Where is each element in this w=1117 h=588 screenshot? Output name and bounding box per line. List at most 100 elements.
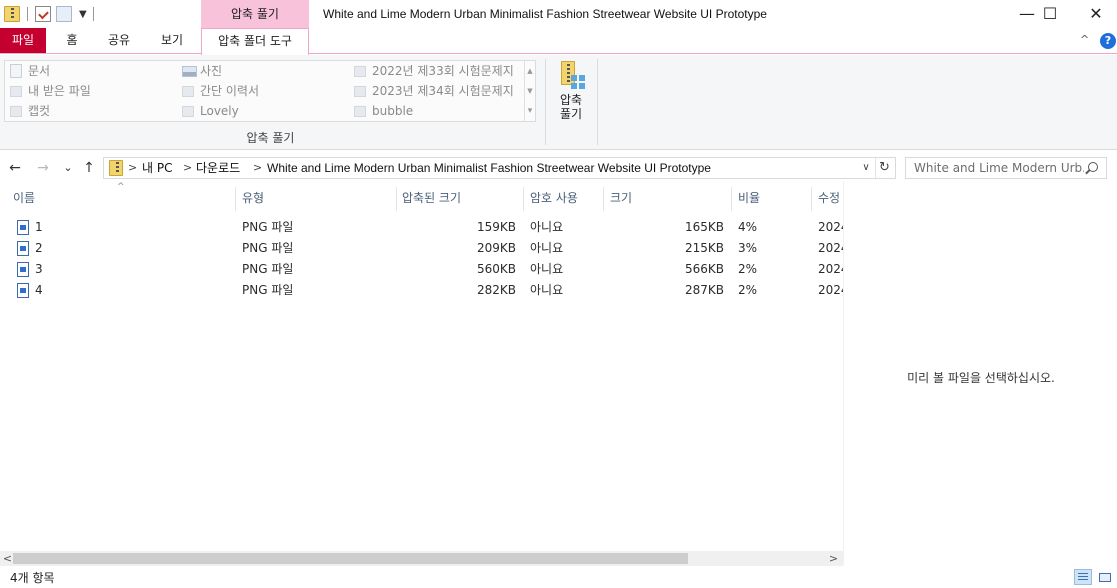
column-header-packed-size[interactable]: 압축된 크기 [397, 187, 524, 211]
tab-view[interactable]: 보기 [152, 28, 192, 53]
gallery-scroll-down-icon[interactable]: ▼ [525, 81, 535, 101]
gallery-item-bubble[interactable]: bubble [352, 101, 413, 121]
ribbon-collapse-icon[interactable]: ^ [1080, 33, 1089, 46]
gallery-item-received-files[interactable]: 내 받은 파일 [8, 81, 91, 101]
breadcrumb-separator[interactable]: > [253, 158, 262, 178]
file-password: 아니요 [530, 220, 564, 234]
gallery-item-capcut[interactable]: 캡컷 [8, 101, 50, 121]
file-type: PNG 파일 [242, 262, 294, 276]
window-title: White and Lime Modern Urban Minimalist F… [323, 7, 767, 21]
scroll-right-icon[interactable]: > [826, 551, 841, 566]
file-ratio: 4% [738, 220, 758, 234]
file-packed-size: 560KB [476, 262, 516, 276]
column-header-modified[interactable]: 수정 [813, 187, 843, 209]
horizontal-scrollbar[interactable]: < > [0, 551, 843, 566]
details-view-icon [1078, 573, 1088, 581]
gallery-item-simple-resume[interactable]: 간단 이력서 [180, 81, 259, 101]
file-password: 아니요 [530, 283, 564, 297]
maximize-button[interactable]: ☐ [1027, 0, 1073, 28]
extract-all-label-line2: 풀기 [559, 107, 583, 121]
search-input[interactable] [914, 159, 1084, 177]
large-icons-view-button[interactable] [1096, 569, 1114, 585]
gallery-more-icon[interactable]: ▾ [525, 101, 535, 121]
gallery-item-2022-exam[interactable]: 2022년 제33회 시험문제지 [352, 61, 514, 81]
file-ratio: 3% [738, 241, 758, 255]
file-name: 3 [35, 262, 43, 276]
column-header-password[interactable]: 암호 사용 [525, 187, 604, 211]
file-ratio: 2% [738, 283, 758, 297]
file-modified: 2024 [818, 262, 843, 276]
ribbon-divider [597, 59, 598, 145]
file-ratio: 2% [738, 262, 758, 276]
extract-all-button[interactable]: 압축 풀기 [552, 61, 590, 125]
search-box[interactable] [905, 157, 1107, 179]
file-modified: 2024 [818, 241, 843, 255]
zip-folder-icon [4, 6, 20, 22]
recent-locations-icon[interactable]: ⌄ [61, 158, 75, 178]
column-header-name[interactable]: 이름 [8, 187, 236, 211]
refresh-icon[interactable]: ↻ [875, 158, 893, 178]
gallery-item-2023-exam[interactable]: 2023년 제34회 시험문제지 [352, 81, 514, 101]
address-dropdown-icon[interactable]: ∨ [859, 158, 873, 178]
title-bar: ▼ 압축 풀기 White and Lime Modern Urban Mini… [0, 0, 1117, 29]
file-name: 4 [35, 283, 43, 297]
gallery-item-documents[interactable]: 문서 [8, 61, 50, 81]
toolbar-separator [27, 7, 28, 21]
help-icon[interactable]: ? [1100, 33, 1116, 49]
document-icon [10, 64, 22, 78]
folder-icon [182, 106, 194, 117]
context-tab-header: 압축 풀기 [201, 0, 309, 29]
customize-toolbar-dropdown-icon[interactable]: ▼ [79, 9, 87, 20]
scrollbar-thumb[interactable] [13, 553, 688, 564]
file-size: 215KB [684, 241, 724, 255]
folder-icon [354, 66, 366, 77]
tab-share[interactable]: 공유 [100, 28, 138, 53]
breadcrumb-separator[interactable]: > [128, 158, 137, 178]
gallery-item-pictures[interactable]: 사진 [180, 61, 222, 81]
tab-compressed-folder-tools[interactable]: 압축 폴더 도구 [201, 28, 309, 55]
breadcrumb-this-pc[interactable]: 내 PC [142, 158, 172, 178]
breadcrumb-separator[interactable]: > [183, 158, 192, 178]
table-row[interactable]: 4 PNG 파일 282KB 아니요 287KB 2% 2024 [0, 280, 843, 301]
status-bar: 4개 항목 [0, 566, 1117, 588]
preview-message: 미리 볼 파일을 선택하십시오. [907, 371, 1055, 385]
navigation-bar: ← → ⌄ ↑ > 내 PC > 다운로드 > White and Lime M… [0, 155, 1117, 181]
up-arrow-icon[interactable]: ↑ [80, 158, 98, 178]
quick-access-toolbar: ▼ [4, 4, 101, 24]
table-row[interactable]: 2 PNG 파일 209KB 아니요 215KB 3% 2024 [0, 238, 843, 259]
details-view-button[interactable] [1074, 569, 1092, 585]
png-file-icon [17, 220, 29, 235]
extract-group-label: 압축 풀기 [246, 131, 295, 145]
breadcrumb-downloads[interactable]: 다운로드 [196, 158, 240, 178]
file-name: 2 [35, 241, 43, 255]
gallery-item-lovely[interactable]: Lovely [180, 101, 239, 121]
ribbon-panel: 문서 내 받은 파일 캡컷 사진 간단 이력서 Lovely 2022년 제33… [0, 55, 1117, 150]
search-icon[interactable] [1088, 162, 1098, 172]
extract-all-icon [558, 61, 585, 91]
gallery-scroll-up-icon[interactable]: ▲ [525, 61, 535, 81]
preview-pane: 미리 볼 파일을 선택하십시오. [843, 181, 1117, 565]
tab-file[interactable]: 파일 [0, 28, 46, 53]
column-header-size[interactable]: 크기 [605, 187, 732, 211]
zip-folder-icon [109, 160, 123, 176]
file-type: PNG 파일 [242, 241, 294, 255]
new-folder-icon[interactable] [56, 6, 72, 22]
folder-icon [182, 86, 194, 97]
png-file-icon [17, 262, 29, 277]
tab-home[interactable]: 홈 [58, 28, 86, 53]
column-header-type[interactable]: 유형 [237, 187, 397, 211]
address-bar[interactable]: > 내 PC > 다운로드 > White and Lime Modern Ur… [103, 157, 896, 179]
pictures-icon [182, 66, 197, 77]
table-row[interactable]: 3 PNG 파일 560KB 아니요 566KB 2% 2024 [0, 259, 843, 280]
gallery-scrollbar[interactable]: ▲ ▼ ▾ [524, 61, 535, 121]
close-button[interactable]: ✕ [1073, 0, 1117, 28]
file-packed-size: 209KB [476, 241, 516, 255]
forward-arrow-icon[interactable]: → [34, 158, 52, 178]
file-type: PNG 파일 [242, 220, 294, 234]
breadcrumb-current-folder[interactable]: White and Lime Modern Urban Minimalist F… [267, 158, 711, 178]
properties-icon[interactable] [35, 6, 51, 22]
back-arrow-icon[interactable]: ← [6, 158, 24, 178]
column-header-ratio[interactable]: 비율 [733, 187, 812, 211]
table-row[interactable]: 1 PNG 파일 159KB 아니요 165KB 4% 2024 [0, 217, 843, 238]
ribbon-divider [545, 59, 546, 145]
